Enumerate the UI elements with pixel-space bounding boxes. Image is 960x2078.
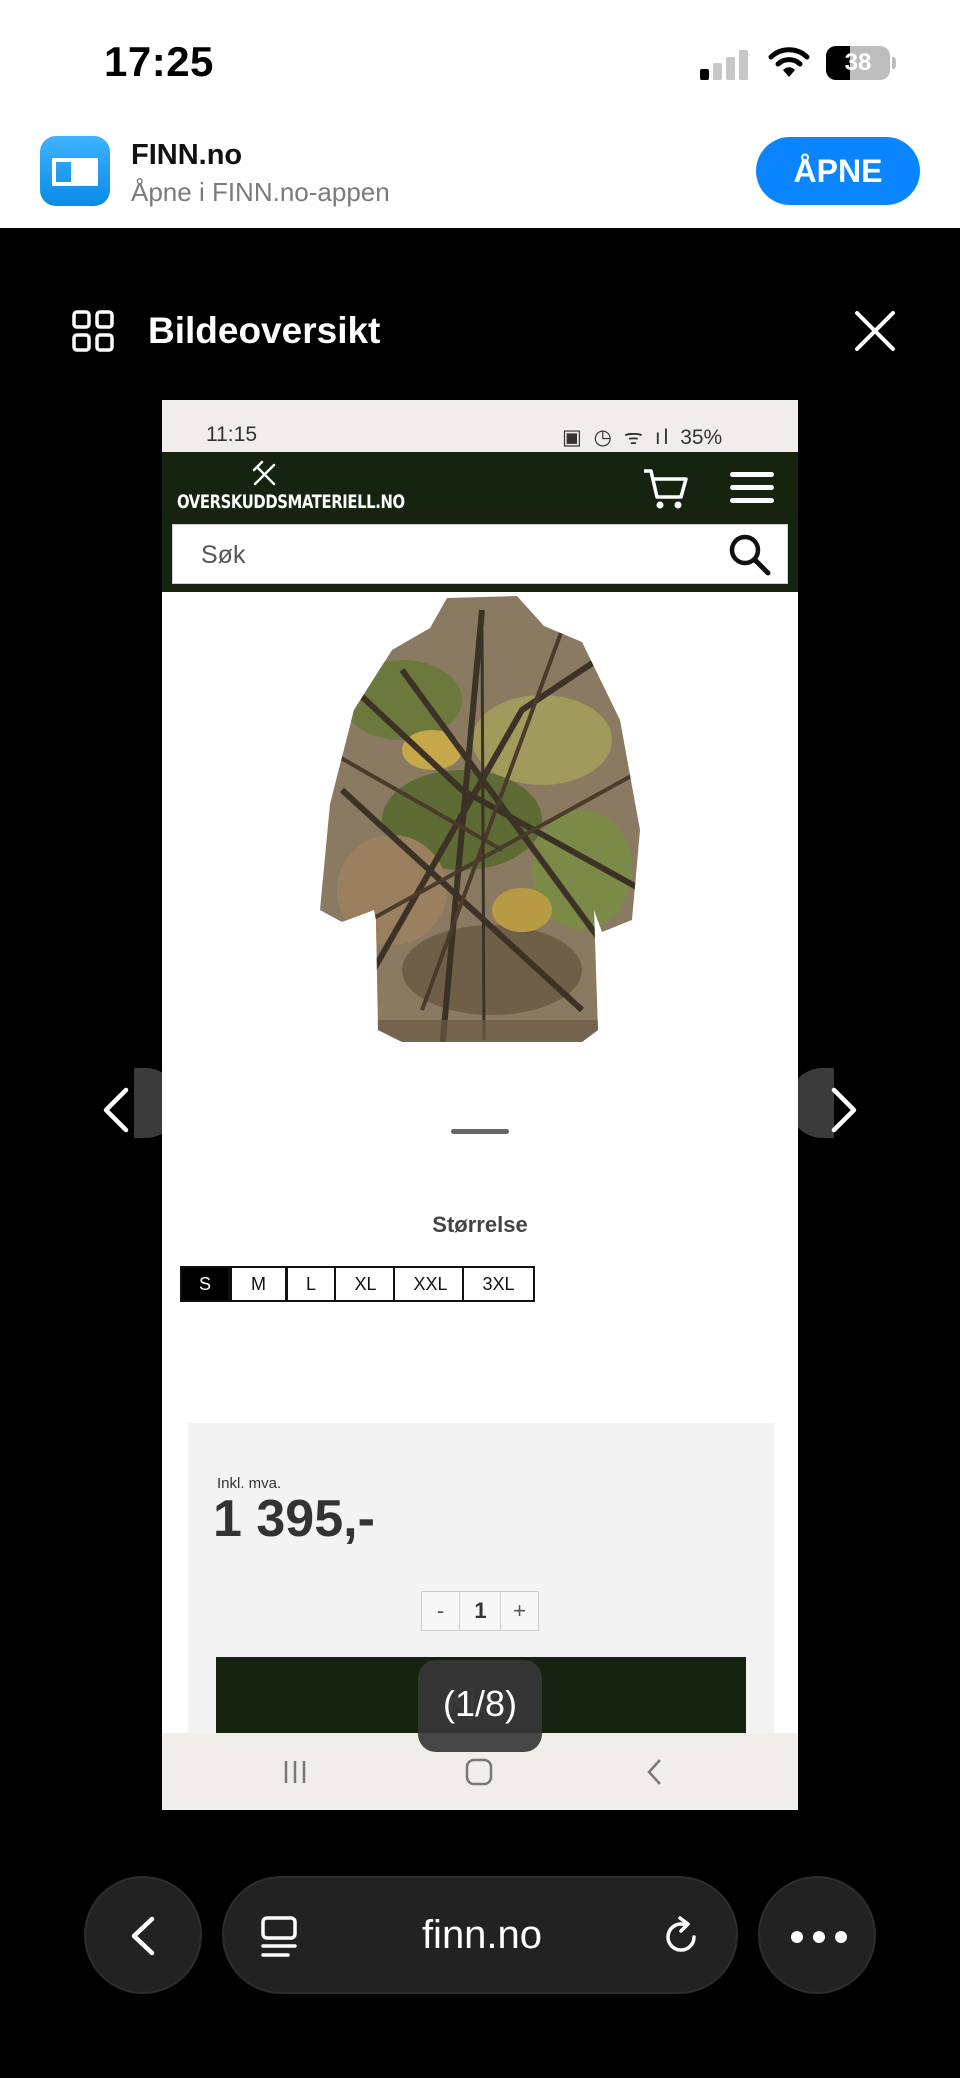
battery-percent: 38 <box>844 49 872 76</box>
site-search-bar <box>162 524 798 592</box>
previous-image-chevron-left-icon[interactable] <box>88 1080 148 1140</box>
quantity-stepper: - 1 + <box>421 1591 539 1631</box>
hamburger-menu-icon <box>730 472 774 503</box>
gallery-title[interactable]: Bildeoversikt <box>148 310 380 352</box>
camo-jacket-photo <box>320 596 640 1042</box>
wifi-icon <box>768 47 810 77</box>
site-header: OVERSKUDDSMATERIELL.NO <box>162 452 798 524</box>
app-banner: FINN.no Åpne i FINN.no-appen ÅPNE <box>0 125 960 228</box>
ellipsis-icon <box>791 1931 847 1943</box>
site-search-input <box>201 539 681 571</box>
grid-icon[interactable] <box>72 310 114 352</box>
size-option-xl: XL <box>334 1266 397 1302</box>
chevron-left-icon <box>131 1916 155 1956</box>
more-options-button[interactable] <box>758 1876 876 1994</box>
size-option-m: M <box>230 1266 287 1302</box>
image-counter: (1/8) <box>418 1660 542 1752</box>
size-option-l: L <box>286 1266 336 1302</box>
screenshot-time: 11:15 <box>206 423 257 446</box>
screenshot-battery: 35% <box>680 426 723 449</box>
open-app-button[interactable]: ÅPNE <box>756 137 920 205</box>
size-option-3xl: 3XL <box>462 1266 535 1302</box>
quantity-value: 1 <box>474 1598 487 1623</box>
quantity-decrease: - <box>422 1592 460 1630</box>
status-time: 17:25 <box>104 38 214 85</box>
cart-icon <box>644 469 688 509</box>
finn-image-viewer: 17:25 38 FINN.no Åpne i FINN.no-appen ÅP… <box>0 0 960 2078</box>
next-image-chevron-right-icon[interactable] <box>812 1080 872 1140</box>
gallery-image[interactable]: 11:15 ▣ ◷ ᯤ ıl 35% OVERSKUDDSMATERIELL.N… <box>162 400 798 1810</box>
address-bar[interactable]: finn.no <box>222 1876 738 1994</box>
app-name: FINN.no <box>131 139 243 171</box>
size-label: Størrelse <box>432 1212 528 1237</box>
app-subtitle: Åpne i FINN.no-appen <box>131 177 390 207</box>
screenshot-status-icons: ▣ ◷ ᯤ ıl <box>562 426 681 449</box>
close-icon[interactable] <box>852 308 898 354</box>
size-option-s: S <box>180 1266 230 1302</box>
screenshot-status-bar: 11:15 ▣ ◷ ᯤ ıl 35% <box>162 400 798 452</box>
search-icon <box>729 534 771 576</box>
quantity-increase: + <box>500 1592 538 1630</box>
site-logo: OVERSKUDDSMATERIELL.NO <box>177 491 405 513</box>
ios-status-bar: 17:25 38 <box>0 0 960 125</box>
slide-indicator <box>451 1129 509 1134</box>
battery-icon: 38 <box>826 46 896 80</box>
reload-icon[interactable] <box>660 1916 702 1958</box>
home-icon <box>465 1758 493 1786</box>
cellular-signal-icon <box>700 50 748 80</box>
gallery-header: Bildeoversikt <box>0 228 960 378</box>
size-option-xxl: XXL <box>393 1266 468 1302</box>
recents-icon <box>284 1761 306 1783</box>
finn-app-icon[interactable] <box>40 136 110 206</box>
back-icon <box>647 1759 661 1785</box>
price: 1 395,- <box>213 1490 375 1548</box>
logo-mark-icon <box>252 460 276 486</box>
browser-back-button[interactable] <box>84 1876 202 1994</box>
